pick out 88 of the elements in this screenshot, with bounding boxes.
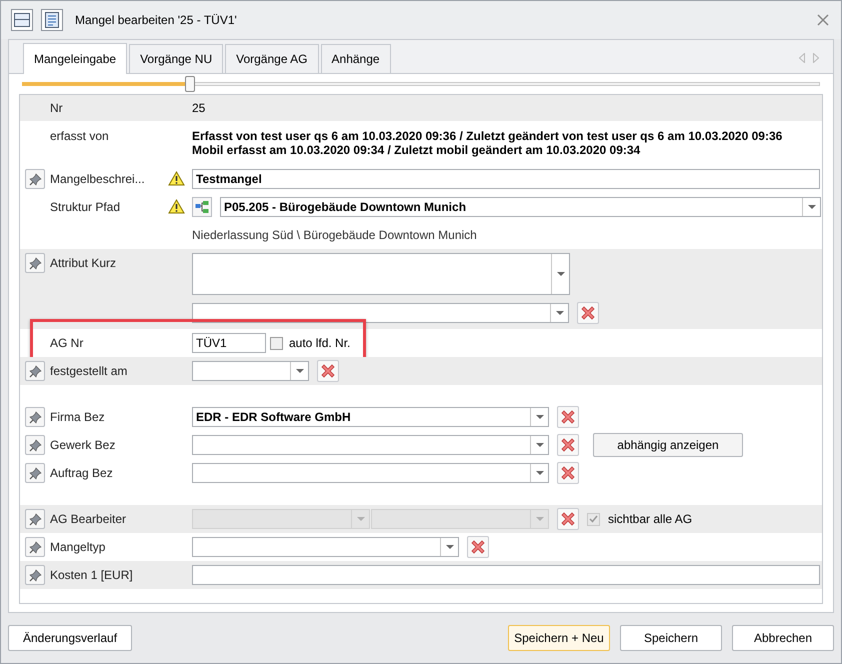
pushpin-icon xyxy=(28,438,42,452)
pin-button[interactable] xyxy=(25,169,45,189)
dropdown-arrow-icon xyxy=(556,272,564,276)
combo-box[interactable]: P05.205 - Bürogebäude Downtown Munich xyxy=(220,197,821,217)
pin-button[interactable] xyxy=(25,463,45,483)
dropdown-arrow-icon xyxy=(296,369,304,373)
path-text: Niederlassung Süd \ Bürogebäude Downtown Munich xyxy=(192,227,478,244)
tab[interactable]: Mangeleingabe xyxy=(23,43,128,74)
pushpin-icon xyxy=(28,568,42,582)
tab[interactable]: Vorgänge AG xyxy=(225,44,319,73)
pushpin-icon xyxy=(28,410,42,424)
tree-icon xyxy=(195,200,209,214)
layout-button[interactable] xyxy=(11,9,33,31)
tree-button[interactable] xyxy=(192,197,212,217)
field-label: Firma Bez xyxy=(50,409,105,426)
close-icon xyxy=(320,363,336,379)
clear-button[interactable] xyxy=(557,406,579,428)
field-label: Attribut Kurz xyxy=(50,255,116,272)
dropdown-arrow-icon xyxy=(356,517,364,521)
pin-button[interactable] xyxy=(25,435,45,455)
close-icon xyxy=(560,465,576,481)
text-input[interactable] xyxy=(192,565,820,585)
close-icon xyxy=(470,539,486,555)
dropdown-arrow-icon xyxy=(536,443,544,447)
field-label: AG Nr xyxy=(50,335,84,352)
clear-button[interactable] xyxy=(467,536,489,558)
clear-button[interactable] xyxy=(577,302,599,324)
pushpin-icon xyxy=(28,512,42,526)
dropdown-arrow-icon xyxy=(536,517,544,521)
close-icon xyxy=(560,437,576,453)
field-label: Gewerk Bez xyxy=(50,437,116,454)
slider[interactable] xyxy=(22,76,820,92)
field-label: Nr xyxy=(50,100,63,117)
form-icon xyxy=(45,12,59,28)
checkbox[interactable] xyxy=(270,336,283,350)
pin-button[interactable] xyxy=(25,361,45,381)
field-label: AG Bearbeiter xyxy=(50,511,126,528)
field-label: festgestellt am xyxy=(50,363,128,380)
field-label: Struktur Pfad xyxy=(50,199,120,216)
panel-icon xyxy=(14,13,30,27)
close-button[interactable] xyxy=(815,12,831,28)
clear-button[interactable] xyxy=(317,360,339,382)
pushpin-icon xyxy=(28,466,42,480)
field-value: 25 xyxy=(192,101,206,115)
slider-thumb[interactable] xyxy=(184,76,195,92)
dropdown-arrow-icon xyxy=(556,311,564,315)
dropdown-arrow-icon xyxy=(808,205,816,209)
field-label: Kosten 1 [EUR] xyxy=(50,567,133,584)
form-button[interactable] xyxy=(41,9,63,31)
pushpin-icon xyxy=(28,364,42,378)
dropdown-arrow-icon xyxy=(536,415,544,419)
tab[interactable]: Vorgänge NU xyxy=(129,44,224,73)
field-label: Mangelbeschrei... xyxy=(50,171,145,188)
dialog-button[interactable]: Speichern + Neu xyxy=(508,625,610,651)
clear-button[interactable] xyxy=(557,462,579,484)
close-icon xyxy=(560,511,576,527)
dialog-button[interactable]: Speichern xyxy=(620,625,722,651)
pin-button[interactable] xyxy=(25,565,45,585)
field-label: Mangeltyp xyxy=(50,539,106,556)
close-icon xyxy=(580,305,596,321)
field-label: Auftrag Bez xyxy=(50,465,113,482)
pin-button[interactable] xyxy=(25,537,45,557)
show-dependent-button[interactable]: abhängig anzeigen xyxy=(593,433,743,457)
pushpin-icon xyxy=(28,256,42,270)
field-label: erfasst von xyxy=(50,128,109,143)
pushpin-icon xyxy=(28,172,42,186)
checkbox-label: sichtbar alle AG xyxy=(608,511,692,528)
info-text: Erfasst von test user qs 6 am 10.03.2020 09:36 / Zuletzt geändert von test user qs 6 am 10.03.2020 09:36 xyxy=(192,129,784,143)
dialog-button[interactable]: Abbrechen xyxy=(732,625,834,651)
change-history-button[interactable]: Änderungsverlauf xyxy=(8,625,132,651)
text-input[interactable]: Testmangel xyxy=(192,169,820,189)
warning-icon xyxy=(168,199,184,214)
pin-button[interactable] xyxy=(25,253,45,273)
combo-box[interactable] xyxy=(192,303,569,323)
checkbox-label: auto lfd. Nr. xyxy=(289,335,350,352)
text-input[interactable]: TÜV1 xyxy=(192,333,266,353)
clear-button[interactable] xyxy=(557,434,579,456)
tab[interactable]: Anhänge xyxy=(320,44,391,73)
close-icon xyxy=(817,14,829,26)
window-title: Mangel bearbeiten '25 - TÜV1' xyxy=(75,12,237,29)
warning-icon xyxy=(168,171,184,186)
pushpin-icon xyxy=(28,540,42,554)
dropdown-arrow-icon xyxy=(536,471,544,475)
pin-button[interactable] xyxy=(25,407,45,427)
close-icon xyxy=(560,409,576,425)
combo-box[interactable]: EDR - EDR Software GmbH xyxy=(192,407,549,427)
info-text: Mobil erfasst am 10.03.2020 09:34 / Zuletzt mobil geändert am 10.03.2020 09:34 xyxy=(192,143,642,157)
dropdown-arrow-icon xyxy=(446,545,454,549)
